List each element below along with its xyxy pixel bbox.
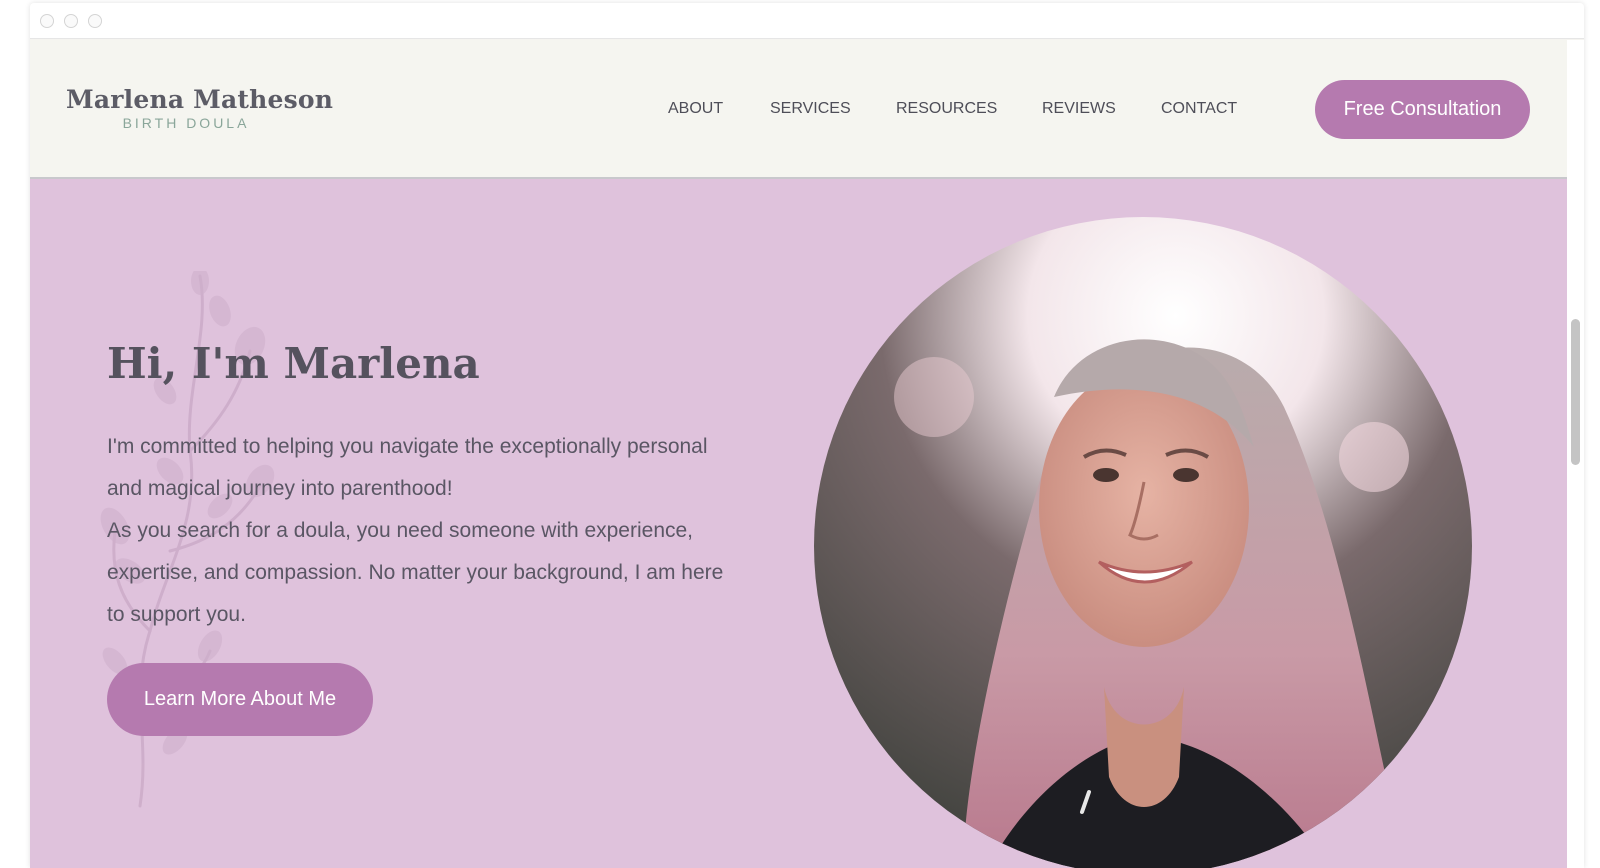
hero-intro: I'm committed to helping you navigate th… xyxy=(107,426,727,636)
close-window-button[interactable] xyxy=(40,14,54,28)
maximize-window-button[interactable] xyxy=(88,14,102,28)
learn-more-button[interactable]: Learn More About Me xyxy=(107,663,373,736)
nav-link-contact[interactable]: CONTACT xyxy=(1161,100,1237,118)
minimize-window-button[interactable] xyxy=(64,14,78,28)
window-titlebar xyxy=(30,3,1584,39)
hero-title: Hi, I'm Marlena xyxy=(107,339,480,388)
hero-paragraph-1: I'm committed to helping you navigate th… xyxy=(107,435,708,500)
profile-photo xyxy=(814,217,1472,868)
nav-link-resources[interactable]: RESOURCES xyxy=(896,100,997,118)
nav-link-services[interactable]: SERVICES xyxy=(770,100,851,118)
nav-link-reviews[interactable]: REVIEWS xyxy=(1042,100,1116,118)
logo-subtitle: BIRTH DOULA xyxy=(122,115,250,131)
browser-window: Marlena Matheson BIRTH DOULA ABOUT SERVI… xyxy=(30,3,1584,868)
nav-link-about[interactable]: ABOUT xyxy=(668,100,723,118)
site-header: Marlena Matheson BIRTH DOULA ABOUT SERVI… xyxy=(30,40,1567,179)
hero-paragraph-2: As you search for a doula, you need some… xyxy=(107,519,724,626)
logo-name: Marlena Matheson xyxy=(66,85,334,114)
free-consultation-button[interactable]: Free Consultation xyxy=(1315,80,1530,139)
scrollbar-thumb[interactable] xyxy=(1571,319,1580,465)
hero-section: Hi, I'm Marlena I'm committed to helping… xyxy=(30,179,1567,868)
